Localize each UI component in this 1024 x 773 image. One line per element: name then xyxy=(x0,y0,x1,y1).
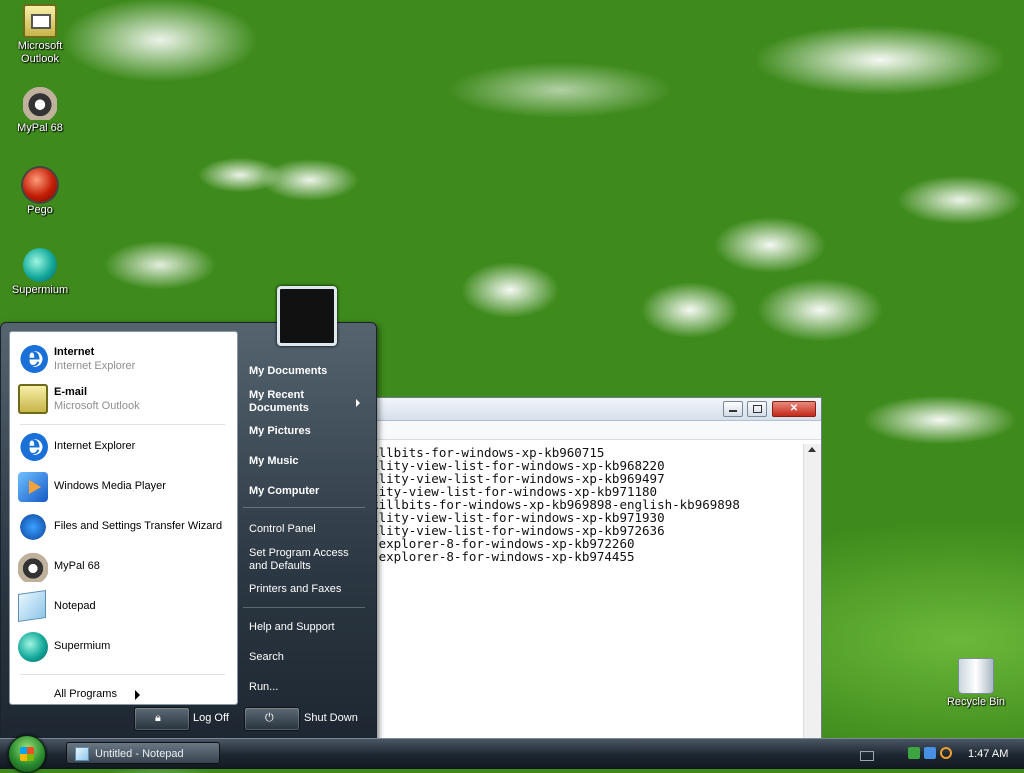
recent-supermium[interactable]: Supermium xyxy=(18,630,233,664)
maximize-button[interactable] xyxy=(747,401,767,417)
my-documents-link[interactable]: My Documents xyxy=(249,365,327,378)
separator xyxy=(243,607,365,608)
my-recent-label-line2: Documents xyxy=(249,402,309,414)
recent-transfer-wizard[interactable]: Files and Settings Transfer Wizard xyxy=(18,510,233,544)
notepad-titlebar[interactable]: ✕ xyxy=(341,398,821,421)
shut-down-button[interactable]: ⏻ xyxy=(244,707,300,731)
show-desktop-icon[interactable] xyxy=(860,751,874,761)
run-link[interactable]: Run... xyxy=(249,681,278,694)
recent-label: MyPal 68 xyxy=(54,560,100,572)
internet-explorer-icon xyxy=(18,428,48,462)
start-button[interactable] xyxy=(8,735,46,773)
start-menu-programs-pane: Internet Internet Explorer E-mail Micros… xyxy=(9,331,238,705)
shut-down-label[interactable]: Shut Down xyxy=(304,712,358,724)
desktop-icon-outlook[interactable]: Microsoft Outlook xyxy=(0,4,80,66)
outlook-icon xyxy=(23,4,57,38)
desktop-icon-label: Supermium xyxy=(11,284,69,296)
recent-label: Internet Explorer xyxy=(54,440,136,452)
desktop-icon-recycle-bin[interactable]: Recycle Bin xyxy=(936,658,1016,709)
recent-internet-explorer[interactable]: Internet Explorer xyxy=(18,428,233,464)
search-link[interactable]: Search xyxy=(249,651,284,664)
outlook-icon xyxy=(18,384,48,414)
notepad-icon xyxy=(75,747,89,761)
chevron-right-icon xyxy=(135,690,140,700)
start-menu: Internet Internet Explorer E-mail Micros… xyxy=(0,322,377,740)
pinned-title: Internet xyxy=(54,346,95,358)
notepad-text-area[interactable]: ex-killbits-for-windows-xp-kb960715 atibi… xyxy=(341,444,803,743)
separator xyxy=(243,507,365,508)
desktop-icon-label: Pego xyxy=(27,204,53,216)
recent-notepad[interactable]: Notepad xyxy=(18,590,233,624)
recent-mypal[interactable]: MyPal 68 xyxy=(18,550,233,584)
recent-label: Files and Settings Transfer Wizard xyxy=(54,520,223,532)
desktop-icon-label: Microsoft xyxy=(17,40,63,52)
recent-windows-media-player[interactable]: Windows Media Player xyxy=(18,470,233,504)
taskbar: Untitled - Notepad 1:47 AM xyxy=(0,735,1024,773)
my-recent-label-line1: My Recent xyxy=(249,389,305,401)
pinned-internet[interactable]: Internet Internet Explorer xyxy=(18,340,233,376)
supermium-icon xyxy=(18,632,48,662)
pinned-email[interactable]: E-mail Microsoft Outlook xyxy=(18,382,233,416)
desktop-icon-label: Outlook xyxy=(21,53,59,65)
clock[interactable]: 1:47 AM xyxy=(968,748,1008,760)
separator xyxy=(20,674,225,675)
chevron-right-icon xyxy=(356,399,360,407)
power-icon: ⏻ xyxy=(265,712,274,724)
network-icon[interactable] xyxy=(924,747,936,759)
recent-label: Notepad xyxy=(54,600,96,612)
security-icon[interactable] xyxy=(908,747,920,759)
help-support-link[interactable]: Help and Support xyxy=(249,621,335,634)
my-pictures-link[interactable]: My Pictures xyxy=(249,425,311,438)
internet-explorer-icon xyxy=(18,340,48,374)
taskbar-button-notepad[interactable]: Untitled - Notepad xyxy=(66,742,220,764)
set-access-label-line2: and Defaults xyxy=(249,560,311,572)
pinned-subtitle: Microsoft Outlook xyxy=(54,400,140,412)
taskbar-button-label: Untitled - Notepad xyxy=(95,748,184,760)
recent-label: Windows Media Player xyxy=(54,480,166,492)
set-program-access-link[interactable]: Set Program Access and Defaults xyxy=(249,547,349,573)
mypal-icon xyxy=(23,86,57,120)
scroll-up-arrow-icon[interactable] xyxy=(808,447,816,452)
pinned-subtitle: Internet Explorer xyxy=(54,360,136,372)
my-recent-documents-link[interactable]: My Recent Documents xyxy=(249,389,309,415)
notepad-icon xyxy=(18,590,46,622)
my-music-link[interactable]: My Music xyxy=(249,455,299,468)
printers-faxes-link[interactable]: Printers and Faxes xyxy=(249,583,341,596)
minimize-button[interactable] xyxy=(723,401,743,417)
recycle-bin-icon xyxy=(958,658,994,694)
desktop-icon-mypal[interactable]: MyPal 68 xyxy=(0,86,80,135)
close-button[interactable]: ✕ xyxy=(772,401,816,417)
lock-icon: 🔒︎ xyxy=(155,712,161,724)
desktop-icon-pego[interactable]: Pego xyxy=(0,168,80,217)
recent-label: Supermium xyxy=(54,640,111,652)
supermium-icon xyxy=(23,248,57,282)
pinned-title: E-mail xyxy=(54,386,88,398)
set-access-label-line1: Set Program Access xyxy=(249,547,349,559)
media-player-icon xyxy=(18,472,48,502)
notepad-menubar xyxy=(341,421,821,440)
all-programs-button[interactable]: All Programs xyxy=(54,688,117,700)
my-computer-link[interactable]: My Computer xyxy=(249,485,319,498)
text-line: rnet-explorer-8-for-windows-xp-kb974455 xyxy=(341,549,635,564)
desktop-icon-label: Recycle Bin xyxy=(946,696,1006,708)
user-picture[interactable] xyxy=(277,286,337,346)
mypal-icon xyxy=(18,552,48,582)
notepad-window[interactable]: ✕ ex-killbits-for-windows-xp-kb960715 ati… xyxy=(340,397,822,744)
control-panel-link[interactable]: Control Panel xyxy=(249,523,316,536)
search-icon[interactable] xyxy=(940,747,952,759)
desktop-icon-supermium[interactable]: Supermium xyxy=(0,248,80,297)
vertical-scrollbar[interactable] xyxy=(803,444,821,743)
log-off-button[interactable]: 🔒︎ xyxy=(134,707,190,731)
desktop-icon-label: MyPal 68 xyxy=(17,122,63,134)
log-off-label[interactable]: Log Off xyxy=(193,712,229,724)
pego-icon xyxy=(23,168,57,202)
separator xyxy=(20,424,225,425)
transfer-wizard-icon xyxy=(18,512,48,542)
